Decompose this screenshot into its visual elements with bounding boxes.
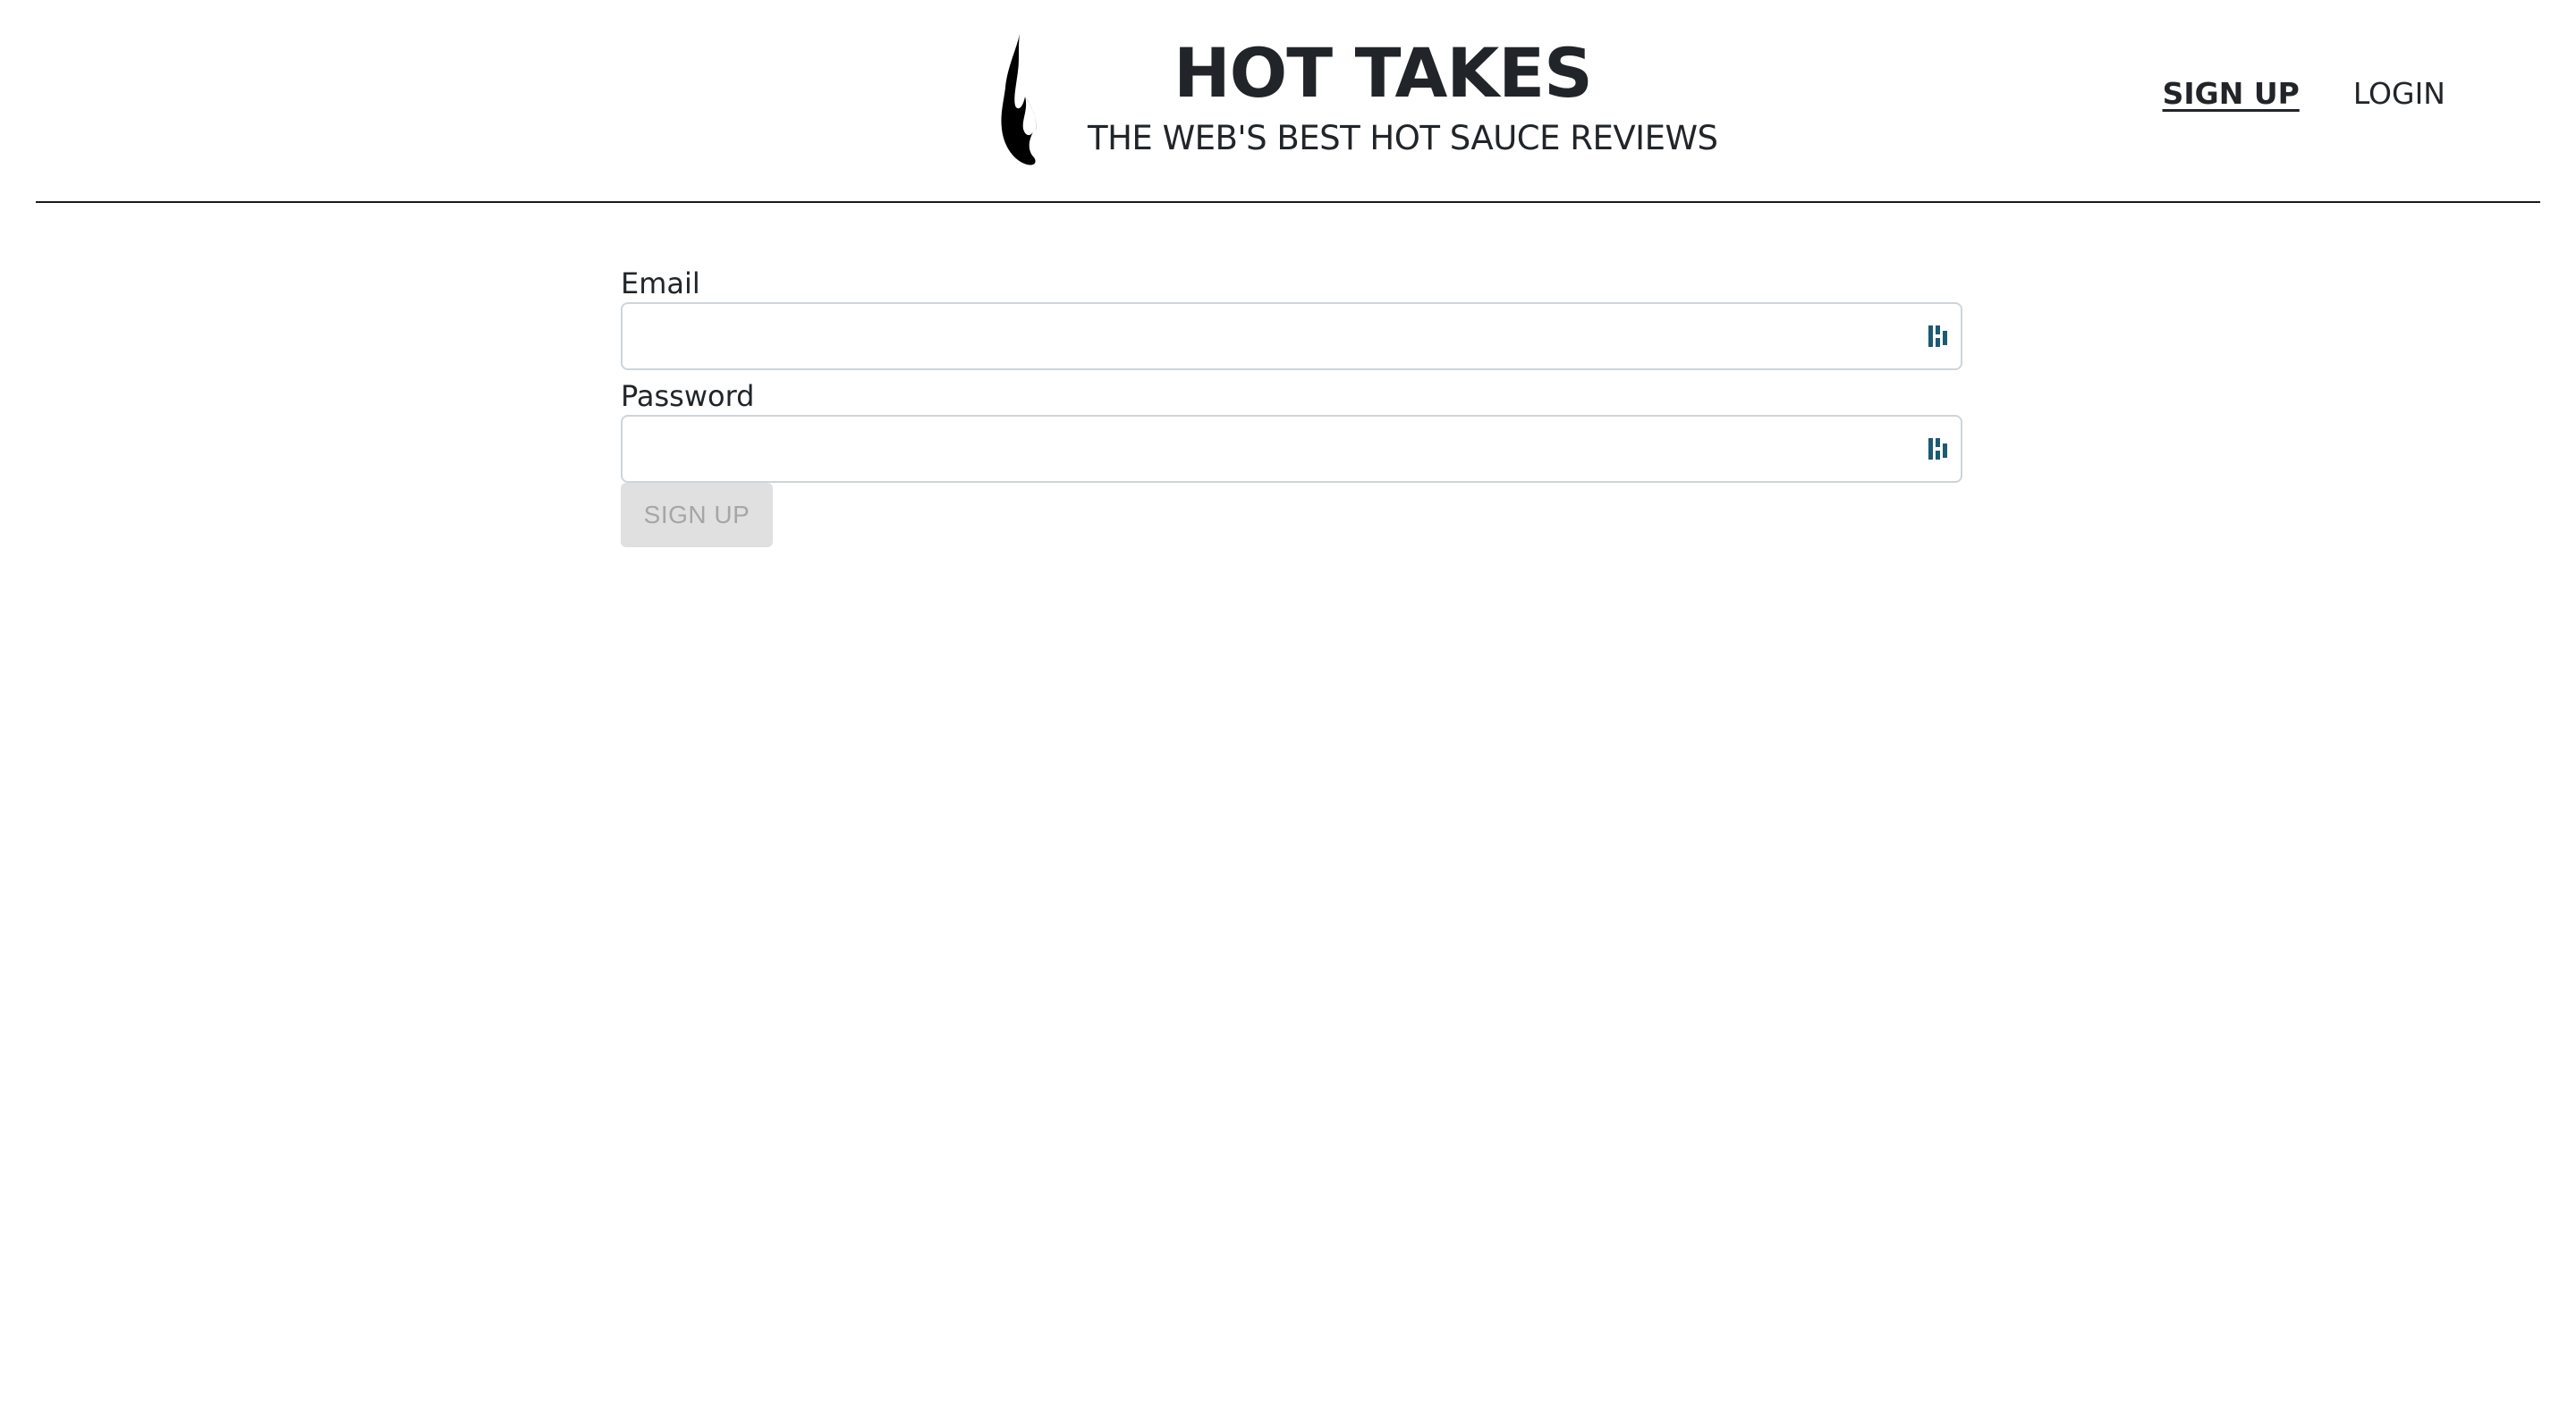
site-title: HOT TAKES [1174, 33, 1593, 113]
email-field[interactable] [621, 302, 1962, 370]
password-manager-icon[interactable] [1927, 435, 1952, 463]
brand: HOT TAKES THE WEB'S BEST HOT SAUCE REVIE… [993, 32, 1718, 175]
password-field[interactable] [621, 415, 1962, 483]
site-header: HOT TAKES THE WEB'S BEST HOT SAUCE REVIE… [36, 0, 2540, 203]
signup-form: Email Password SIGN UP [621, 265, 1962, 547]
password-field-wrapper [621, 415, 1962, 483]
email-label: Email [621, 266, 700, 300]
password-manager-icon[interactable] [1927, 322, 1952, 350]
nav-login-link[interactable]: LOGIN [2353, 79, 2445, 108]
main-nav: SIGN UP LOGIN [2163, 79, 2445, 108]
password-label: Password [621, 379, 755, 413]
email-field-wrapper [621, 302, 1962, 370]
flame-icon [1001, 34, 1037, 165]
site-subtitle: THE WEB'S BEST HOT SAUCE REVIEWS [1088, 119, 1718, 157]
signup-submit-button[interactable]: SIGN UP [621, 483, 773, 547]
nav-signup-link[interactable]: SIGN UP [2163, 79, 2300, 108]
